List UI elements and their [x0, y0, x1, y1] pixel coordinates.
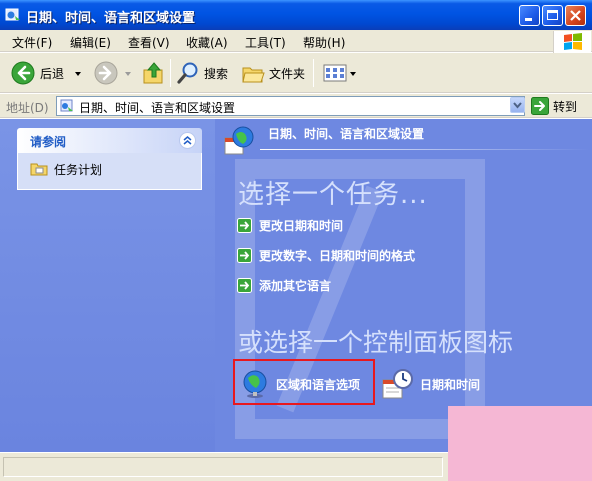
pick-icon-heading: 或选择一个控制面板图标 — [238, 328, 514, 357]
up-folder-icon — [143, 62, 163, 84]
close-icon — [570, 10, 581, 21]
task-add-languages[interactable]: 添加其它语言 — [237, 276, 331, 294]
date-time-region-icon — [224, 126, 254, 155]
task-change-formats[interactable]: 更改数字、日期和时间的格式 — [237, 246, 415, 264]
menu-bar: 文件(F) 编辑(E) 查看(V) 收藏(A) 工具(T) 帮助(H) — [0, 30, 592, 52]
task-arrow-icon — [237, 277, 252, 293]
back-label: 后退 — [40, 66, 65, 81]
date-time-item[interactable]: 日期和时间 — [382, 364, 480, 404]
address-bar: 地址(D) 日期、时间、语言和区域设置 转到 — [0, 94, 592, 118]
see-also-body: 任务计划 — [17, 153, 202, 190]
search-button[interactable]: 搜索 — [176, 59, 228, 87]
views-icon — [323, 64, 347, 82]
views-button[interactable] — [322, 59, 348, 87]
window-title: 日期、时间、语言和区域设置 — [26, 11, 196, 26]
address-input[interactable]: 日期、时间、语言和区域设置 — [56, 96, 525, 116]
calendar-clock-icon — [382, 369, 413, 399]
menu-file[interactable]: 文件(F) — [12, 34, 52, 51]
control-panel-icon — [5, 8, 20, 21]
task-label: 添加其它语言 — [259, 278, 332, 293]
go-label: 转到 — [553, 99, 578, 114]
pick-task-heading: 选择一个任务... — [238, 180, 428, 210]
maximize-button[interactable] — [542, 5, 563, 26]
chevron-up-double-icon — [183, 136, 192, 145]
go-arrow-icon — [531, 97, 549, 115]
menu-help[interactable]: 帮助(H) — [303, 34, 345, 51]
task-pane: 请参阅 任务计划 — [0, 119, 215, 452]
see-also-panel: 请参阅 任务计划 — [17, 128, 202, 190]
control-panel-icon — [60, 99, 73, 112]
back-arrow-icon — [11, 61, 35, 85]
folders-icon — [242, 67, 265, 83]
address-value: 日期、时间、语言和区域设置 — [79, 101, 236, 115]
address-dropdown-button[interactable] — [510, 97, 525, 113]
task-label: 更改日期和时间 — [259, 218, 344, 233]
forward-dropdown-icon[interactable] — [125, 72, 131, 76]
maximize-icon — [547, 10, 558, 20]
go-button[interactable]: 转到 — [531, 97, 577, 115]
chevron-down-icon — [513, 102, 522, 109]
menu-view[interactable]: 查看(V) — [128, 34, 170, 51]
menu-edit[interactable]: 编辑(E) — [70, 34, 111, 51]
minimize-button[interactable] — [519, 5, 540, 26]
content-area: 请参阅 任务计划 日期、时间、语言和区域设置 选择一个任务... 更改日期和时间… — [0, 119, 592, 452]
forward-arrow-icon — [94, 61, 118, 85]
close-button[interactable] — [565, 5, 586, 26]
highlight-box — [233, 359, 375, 405]
scheduled-tasks-icon — [30, 163, 48, 176]
address-label: 地址(D) — [6, 101, 49, 115]
menu-tools[interactable]: 工具(T) — [245, 34, 286, 51]
up-folder-button[interactable] — [142, 59, 166, 87]
overlay-block — [448, 406, 592, 481]
status-pane — [3, 457, 443, 477]
windows-logo — [553, 31, 591, 53]
views-dropdown-icon[interactable] — [350, 72, 356, 76]
back-dropdown-icon[interactable] — [75, 72, 81, 76]
see-also-header[interactable]: 请参阅 — [17, 128, 202, 153]
toolbar-separator — [170, 59, 171, 87]
collapse-button[interactable] — [179, 132, 196, 149]
search-icon — [177, 62, 198, 84]
back-button[interactable]: 后退 — [10, 59, 64, 87]
task-arrow-icon — [237, 247, 252, 263]
toolbar: 后退 搜索 文件夹 — [0, 53, 592, 93]
task-arrow-icon — [237, 217, 252, 233]
task-change-date-time[interactable]: 更改日期和时间 — [237, 216, 343, 234]
menu-favorites[interactable]: 收藏(A) — [186, 34, 228, 51]
folders-label: 文件夹 — [269, 66, 306, 81]
title-bar: 日期、时间、语言和区域设置 — [0, 0, 592, 30]
search-label: 搜索 — [204, 66, 229, 81]
toolbar-separator — [313, 59, 314, 87]
category-title: 日期、时间、语言和区域设置 — [268, 127, 425, 141]
see-also-title: 请参阅 — [30, 135, 67, 149]
header-divider — [260, 149, 590, 150]
folders-button[interactable]: 文件夹 — [241, 59, 305, 87]
minimize-icon — [525, 18, 532, 21]
scheduled-tasks-link[interactable]: 任务计划 — [54, 161, 102, 178]
date-time-label: 日期和时间 — [420, 377, 481, 392]
task-label: 更改数字、日期和时间的格式 — [259, 248, 416, 263]
forward-button[interactable] — [93, 59, 119, 87]
windows-flag-icon — [564, 33, 582, 50]
